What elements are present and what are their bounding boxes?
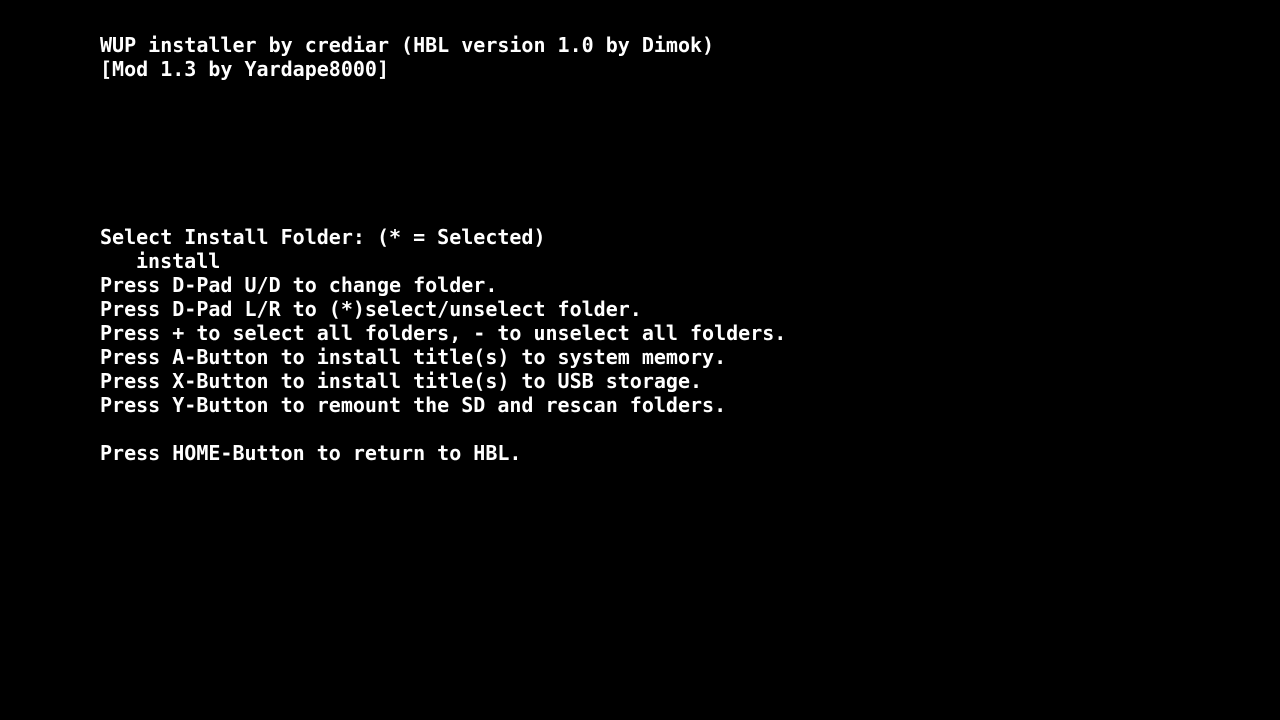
instruction-x-button: Press X-Button to install title(s) to US… <box>100 369 703 393</box>
app-title-line: WUP installer by crediar (HBL version 1.… <box>100 33 715 57</box>
instruction-home-button: Press HOME-Button to return to HBL. <box>100 441 522 465</box>
instruction-plus-minus: Press + to select all folders, - to unse… <box>100 321 787 345</box>
mod-credit-line: [Mod 1.3 by Yardape8000] <box>100 57 389 81</box>
console-screen: WUP installer by crediar (HBL version 1.… <box>0 0 1280 720</box>
folder-select-heading: Select Install Folder: (* = Selected) <box>100 225 546 249</box>
instruction-a-button: Press A-Button to install title(s) to sy… <box>100 345 727 369</box>
folder-item-install[interactable]: install <box>136 249 220 273</box>
instruction-y-button: Press Y-Button to remount the SD and res… <box>100 393 727 417</box>
instruction-dpad-ud: Press D-Pad U/D to change folder. <box>100 273 498 297</box>
instruction-dpad-lr: Press D-Pad L/R to (*)select/unselect fo… <box>100 297 642 321</box>
